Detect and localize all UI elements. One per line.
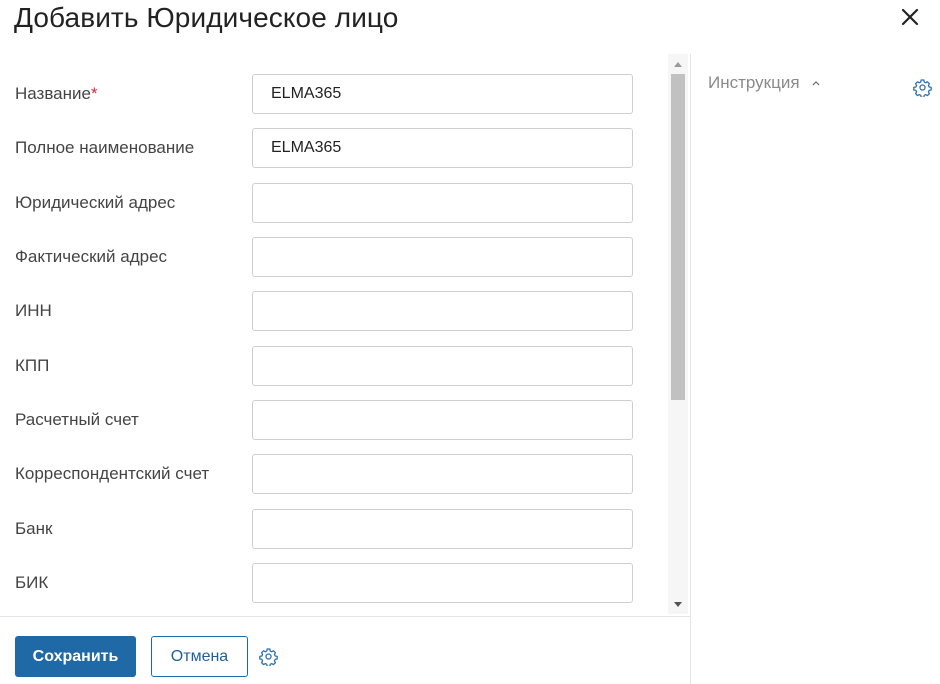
form-settings-button[interactable] bbox=[259, 647, 278, 668]
settlement-account-input[interactable] bbox=[252, 400, 633, 440]
actual-address-input[interactable] bbox=[252, 237, 633, 277]
chevron-up-icon bbox=[812, 79, 820, 87]
field-label: Фактический адрес bbox=[15, 247, 168, 266]
legal-address-input[interactable] bbox=[252, 183, 633, 223]
cancel-button[interactable]: Отмена bbox=[151, 636, 248, 677]
field-full-name: Полное наименование bbox=[0, 128, 660, 168]
correspondent-account-input[interactable] bbox=[252, 454, 633, 494]
arrow-up-icon bbox=[674, 61, 682, 67]
form-scrollbar[interactable] bbox=[668, 54, 688, 614]
arrow-down-icon bbox=[674, 601, 682, 607]
field-label: ИНН bbox=[15, 301, 52, 320]
full-name-input[interactable] bbox=[252, 128, 633, 168]
field-inn: ИНН bbox=[0, 291, 660, 331]
field-bank: Банк bbox=[0, 509, 660, 549]
add-legal-entity-dialog: Добавить Юридическое лицо Название* Полн… bbox=[0, 0, 940, 684]
field-label: Полное наименование bbox=[15, 138, 195, 157]
field-kpp: КПП bbox=[0, 346, 660, 386]
close-button[interactable] bbox=[897, 4, 923, 30]
dialog-footer: Сохранить Отмена bbox=[0, 616, 690, 684]
instruction-toggle[interactable]: Инструкция bbox=[708, 70, 820, 96]
form-area: Название* Полное наименование Юридически… bbox=[0, 54, 690, 616]
field-actual-address: Фактический адрес bbox=[0, 237, 660, 277]
inn-input[interactable] bbox=[252, 291, 633, 331]
scroll-up-button[interactable] bbox=[668, 56, 688, 72]
field-legal-address: Юридический адрес bbox=[0, 183, 660, 223]
kpp-input[interactable] bbox=[252, 346, 633, 386]
field-label: Корреспондентский счет bbox=[15, 464, 210, 483]
field-settlement-account: Расчетный счет bbox=[0, 400, 660, 440]
gear-icon bbox=[259, 648, 278, 668]
bank-input[interactable] bbox=[252, 509, 633, 549]
panel-divider bbox=[690, 54, 691, 684]
field-label: Название* bbox=[15, 84, 98, 103]
instruction-settings-button[interactable] bbox=[913, 78, 932, 99]
scroll-down-button[interactable] bbox=[668, 596, 688, 612]
save-button[interactable]: Сохранить bbox=[15, 636, 136, 677]
field-label: Банк bbox=[15, 519, 53, 538]
field-name: Название* bbox=[0, 74, 660, 114]
scrollbar-thumb[interactable] bbox=[671, 74, 685, 400]
gear-icon bbox=[913, 79, 932, 99]
field-correspondent-account: Корреспондентский счет bbox=[0, 454, 660, 494]
field-bik: БИК bbox=[0, 563, 660, 603]
field-label: Юридический адрес bbox=[15, 193, 176, 212]
bik-input[interactable] bbox=[252, 563, 633, 603]
dialog-title: Добавить Юридическое лицо bbox=[14, 2, 399, 33]
field-label: Расчетный счет bbox=[15, 410, 139, 429]
close-icon bbox=[901, 8, 919, 26]
required-mark: * bbox=[90, 84, 98, 103]
name-input[interactable] bbox=[252, 74, 633, 114]
instruction-label: Инструкция bbox=[708, 73, 800, 92]
field-label: КПП bbox=[15, 356, 50, 375]
field-label: БИК bbox=[15, 573, 49, 592]
